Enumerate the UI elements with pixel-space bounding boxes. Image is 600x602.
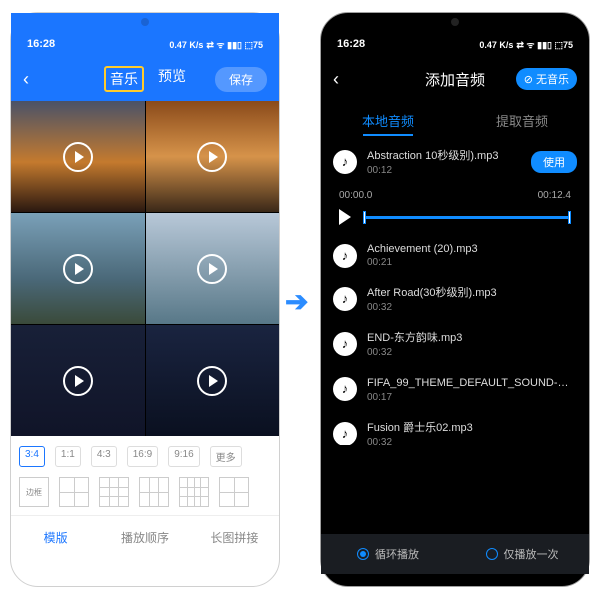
- play-icon: [63, 254, 93, 284]
- trim-handle-end[interactable]: [568, 211, 571, 224]
- track-row[interactable]: ♪FIFA_99_THEME_DEFAULT_SOUND-异域风情.mp300:…: [321, 366, 589, 411]
- video-thumb[interactable]: [146, 213, 280, 324]
- loop-option[interactable]: 循环播放: [321, 546, 455, 562]
- music-note-icon: ♪: [333, 244, 357, 268]
- tab-play-order[interactable]: 播放顺序: [100, 529, 189, 546]
- selected-track[interactable]: ♪ Abstraction 10秒级别).mp300:12 使用: [321, 139, 589, 184]
- tab-preview[interactable]: 预览: [158, 66, 186, 92]
- track-list[interactable]: ♪Achievement (20).mp300:21♪After Road(30…: [321, 235, 589, 445]
- tab-extract-audio[interactable]: 提取音频: [455, 111, 589, 130]
- page-title: 添加音频: [425, 69, 485, 90]
- ratio-option[interactable]: 16:9: [127, 446, 158, 467]
- track-row[interactable]: ♪After Road(30秒级别).mp300:32: [321, 276, 589, 321]
- header: ‹ 音乐 预览 保存: [11, 57, 279, 101]
- ratio-option[interactable]: 4:3: [91, 446, 117, 467]
- audio-player: 00:00.000:12.4: [321, 184, 589, 235]
- aspect-ratio-row: 3:4 1:1 4:3 16:9 9:16 更多: [11, 436, 279, 473]
- audio-source-tabs: 本地音频 提取音频: [321, 101, 589, 139]
- tab-local-audio[interactable]: 本地音频: [321, 111, 455, 130]
- ban-icon: ⊘: [524, 73, 533, 86]
- ratio-option[interactable]: 1:1: [55, 446, 81, 467]
- header: ‹ 添加音频 ⊘无音乐: [321, 57, 589, 101]
- music-note-icon: ♪: [333, 422, 357, 446]
- tab-template[interactable]: 模版: [11, 529, 100, 546]
- tab-long-stitch[interactable]: 长图拼接: [190, 529, 279, 546]
- back-button[interactable]: ‹: [333, 69, 339, 90]
- track-row[interactable]: ♪Achievement (20).mp300:21: [321, 235, 589, 276]
- once-option[interactable]: 仅播放一次: [455, 546, 589, 562]
- ratio-option[interactable]: 更多: [210, 446, 242, 467]
- play-icon: [197, 254, 227, 284]
- tab-music[interactable]: 音乐: [104, 66, 144, 92]
- layout-option[interactable]: [59, 477, 89, 507]
- video-thumb[interactable]: [11, 101, 145, 212]
- music-note-icon: ♪: [333, 150, 357, 174]
- video-thumb[interactable]: [146, 325, 280, 436]
- playback-options: 循环播放 仅播放一次: [321, 534, 589, 574]
- layout-option[interactable]: [219, 477, 249, 507]
- bottom-tabs: 模版 播放顺序 长图拼接: [11, 515, 279, 558]
- back-button[interactable]: ‹: [23, 69, 29, 90]
- video-thumb[interactable]: [11, 325, 145, 436]
- radio-icon: [357, 548, 369, 560]
- music-note-icon: ♪: [333, 287, 357, 311]
- use-button[interactable]: 使用: [531, 151, 577, 173]
- layout-option[interactable]: [139, 477, 169, 507]
- play-icon: [63, 366, 93, 396]
- ratio-option[interactable]: 9:16: [168, 446, 199, 467]
- track-row[interactable]: ♪Fusion 爵士乐02.mp300:32: [321, 411, 589, 445]
- arrow-icon: ➔: [285, 285, 315, 315]
- no-music-button[interactable]: ⊘无音乐: [516, 68, 577, 90]
- play-icon: [63, 142, 93, 172]
- ratio-option[interactable]: 3:4: [19, 446, 45, 467]
- video-thumb[interactable]: [146, 101, 280, 212]
- play-button[interactable]: [339, 209, 351, 225]
- music-note-icon: ♪: [333, 377, 357, 401]
- seek-bar[interactable]: [363, 216, 571, 219]
- music-note-icon: ♪: [333, 332, 357, 356]
- play-icon: [197, 142, 227, 172]
- trim-handle-start[interactable]: [363, 211, 366, 224]
- video-grid: [11, 101, 279, 436]
- save-button[interactable]: 保存: [215, 67, 267, 92]
- layout-option[interactable]: [179, 477, 209, 507]
- play-icon: [197, 366, 227, 396]
- layout-border[interactable]: 边框: [19, 477, 49, 507]
- radio-icon: [486, 548, 498, 560]
- layout-option[interactable]: [99, 477, 129, 507]
- layout-row: 边框: [11, 473, 279, 515]
- video-thumb[interactable]: [11, 213, 145, 324]
- track-row[interactable]: ♪END-东方韵味.mp300:32: [321, 321, 589, 366]
